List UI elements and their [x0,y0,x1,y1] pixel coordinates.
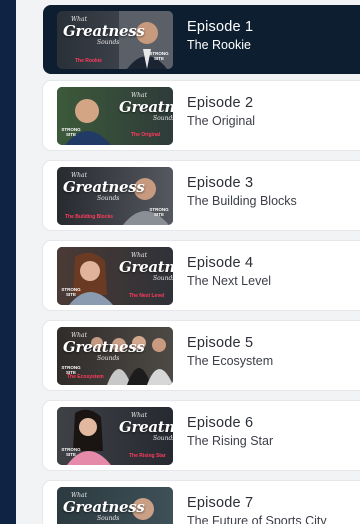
episode-2-thumbnail: What Greatness Sounds The Original STRON… [57,87,173,145]
episode-1-thumbnail: What Greatness Sounds The Rookie STRONG … [57,11,173,69]
episode-row-7[interactable]: What Greatness Sounds Episode 7 The Futu… [43,481,360,524]
episode-3-thumbnail: What Greatness Sounds The Building Block… [57,167,173,225]
thumbnail-episode-tag: The Original [131,132,161,138]
thumbnail-episode-tag: The Building Blocks [65,214,114,220]
episode-5-thumbnail: What Greatness Sounds The Ecosystem STRO… [57,327,173,385]
thumbnail-badge: STRONG SITE [61,365,81,375]
thumbnail-brand-bottom: Sounds [153,275,173,282]
thumbnail-badge: STRONG SITE [61,447,81,457]
thumbnail-brand-bottom: Sounds [97,355,120,362]
episode-3-subtitle: The Building Blocks [187,194,297,208]
episode-2-title: Episode 2 [187,95,254,111]
episode-6-subtitle: The Rising Star [187,434,274,448]
thumbnail-badge: STRONG SITE [61,287,81,297]
episode-1-subtitle: The Rookie [187,38,251,52]
thumbnail-episode-tag: The Rising Star [129,453,166,459]
thumbnail-badge: STRONG SITE [61,127,81,137]
episode-5-title: Episode 5 [187,335,254,351]
thumbnail-brand-bottom: Sounds [97,515,120,522]
thumbnail-brand-bottom: Sounds [97,195,120,202]
episode-6-title: Episode 6 [187,415,254,431]
thumbnail-brand-main: Greatness [119,98,173,116]
thumbnail-brand-bottom: Sounds [97,39,120,46]
episode-row-6[interactable]: What Greatness Sounds The Rising Star ST… [43,401,360,470]
episode-4-title: Episode 4 [187,255,254,271]
thumbnail-badge: STRONG SITE [149,51,169,61]
episode-6-thumbnail: What Greatness Sounds The Rising Star ST… [57,407,173,465]
episode-row-2[interactable]: What Greatness Sounds The Original STRON… [43,81,360,150]
thumbnail-brand-bottom: Sounds [153,435,173,442]
thumbnail-badge: STRONG SITE [149,207,169,217]
episode-list-panel: What Greatness Sounds The Rookie STRONG … [16,0,360,524]
episode-row-1[interactable]: What Greatness Sounds The Rookie STRONG … [43,5,360,74]
thumbnail-brand-main: Greatness [119,258,173,276]
thumbnail-brand-main: Greatness [63,178,145,196]
episode-row-5[interactable]: What Greatness Sounds The Ecosystem STRO… [43,321,360,390]
episode-row-4[interactable]: What Greatness Sounds The Next Level STR… [43,241,360,310]
thumbnail-brand-main: Greatness [63,498,145,516]
episode-row-3[interactable]: What Greatness Sounds The Building Block… [43,161,360,230]
thumbnail-episode-tag: The Ecosystem [67,374,104,380]
thumbnail-brand-main: Greatness [63,338,145,356]
episode-2-subtitle: The Original [187,114,256,128]
episode-7-subtitle: The Future of Sports City [187,514,327,524]
episode-4-subtitle: The Next Level [187,274,272,288]
episode-7-title: Episode 7 [187,495,254,511]
thumbnail-episode-tag: The Rookie [75,58,102,64]
episode-1-title: Episode 1 [187,19,254,35]
episode-4-thumbnail: What Greatness Sounds The Next Level STR… [57,247,173,305]
episode-7-thumbnail: What Greatness Sounds [57,487,173,524]
thumbnail-brand-bottom: Sounds [153,115,173,122]
episode-3-title: Episode 3 [187,175,254,191]
thumbnail-episode-tag: The Next Level [129,293,165,299]
episode-5-subtitle: The Ecosystem [187,354,274,368]
thumbnail-brand-main: Greatness [119,418,173,436]
thumbnail-brand-main: Greatness [63,22,145,40]
